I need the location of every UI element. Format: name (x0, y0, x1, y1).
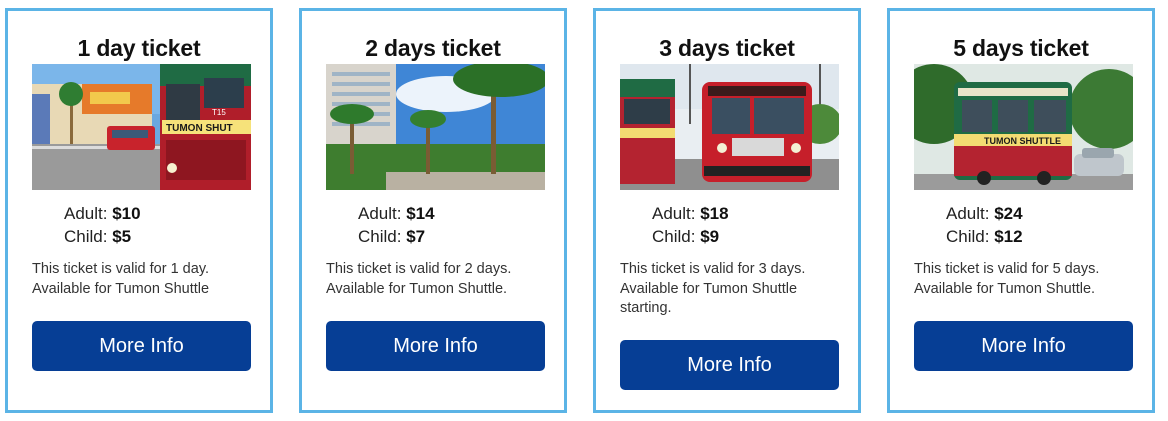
ticket-card-2-days: 2 days ticket Adult: $14 Child: $7 This … (299, 8, 567, 413)
child-price: $12 (994, 227, 1023, 246)
ticket-card-3-days: 3 days ticket Adult: $18 Child: $9 This … (593, 8, 861, 413)
ticket-prices: Adult: $18 Child: $9 (652, 202, 729, 248)
child-label: Child: (946, 227, 995, 246)
more-info-button[interactable]: More Info (326, 321, 545, 371)
ticket-description: This ticket is valid for 3 days. Availab… (620, 260, 845, 319)
description-line: This ticket is valid for 3 days. (620, 261, 806, 277)
adult-price-row: Adult: $18 (652, 202, 729, 225)
child-label: Child: (652, 227, 701, 246)
ticket-prices: Adult: $10 Child: $5 (64, 202, 141, 248)
ticket-title: 3 days ticket (659, 35, 795, 61)
child-label: Child: (358, 227, 407, 246)
adult-label: Adult: (358, 204, 407, 223)
description-line: This ticket is valid for 2 days. (326, 261, 512, 277)
description-line: Available for Tumon Shuttle. (914, 280, 1096, 297)
ticket-photo-palms-hotel (326, 64, 545, 190)
child-price-row: Child: $12 (946, 225, 1023, 248)
child-price-row: Child: $5 (64, 225, 141, 248)
more-info-button[interactable]: More Info (914, 321, 1133, 371)
ticket-description: This ticket is valid for 1 day. Availabl… (32, 260, 257, 299)
ticket-photo-trolley-mall: T15 TUMON SHUT (32, 64, 251, 190)
bus-banner-sign: TUMON SHUTTLE (984, 136, 1061, 146)
adult-label: Adult: (64, 204, 113, 223)
ticket-title: 5 days ticket (953, 35, 1089, 61)
adult-price: $14 (406, 204, 435, 223)
ticket-description: This ticket is valid for 5 days. Availab… (914, 260, 1139, 299)
child-price: $9 (700, 227, 720, 246)
description-line: This ticket is valid for 1 day. (32, 261, 210, 277)
description-line: Available for Tumon Shuttle (620, 280, 798, 297)
adult-label: Adult: (946, 204, 995, 223)
bus-banner-sign: TUMON SHUT (166, 123, 233, 134)
child-price-row: Child: $7 (358, 225, 435, 248)
ticket-card-5-days: 5 days ticket TUMON SHUTTLE Adult: $24 C… (887, 8, 1155, 413)
adult-price: $10 (112, 204, 141, 223)
child-label: Child: (64, 227, 113, 246)
adult-price: $24 (994, 204, 1023, 223)
ticket-title: 1 day ticket (77, 35, 201, 61)
ticket-card-1-day: 1 day ticket T15 TUMON SHUT Adult: $10 C… (5, 8, 273, 413)
adult-label: Adult: (652, 204, 701, 223)
more-info-button[interactable]: More Info (32, 321, 251, 371)
child-price: $7 (406, 227, 426, 246)
description-line: starting. (620, 300, 672, 316)
adult-price-row: Adult: $14 (358, 202, 435, 225)
description-line: This ticket is valid for 5 days. (914, 261, 1100, 277)
child-price-row: Child: $9 (652, 225, 729, 248)
more-info-button[interactable]: More Info (620, 340, 839, 390)
ticket-photo-green-trolley: TUMON SHUTTLE (914, 64, 1133, 190)
ticket-cards-row: 1 day ticket T15 TUMON SHUT Adult: $10 C… (0, 0, 1168, 421)
adult-price: $18 (700, 204, 729, 223)
adult-price-row: Adult: $10 (64, 202, 141, 225)
ticket-prices: Adult: $24 Child: $12 (946, 202, 1023, 248)
child-price: $5 (112, 227, 132, 246)
bus-number-sign: T15 (212, 108, 226, 117)
ticket-photo-red-buses (620, 64, 839, 190)
description-line: Available for Tumon Shuttle. (326, 280, 508, 297)
ticket-description: This ticket is valid for 2 days. Availab… (326, 260, 551, 299)
description-line: Available for Tumon Shuttle (32, 280, 210, 297)
adult-price-row: Adult: $24 (946, 202, 1023, 225)
ticket-title: 2 days ticket (365, 35, 501, 61)
ticket-prices: Adult: $14 Child: $7 (358, 202, 435, 248)
